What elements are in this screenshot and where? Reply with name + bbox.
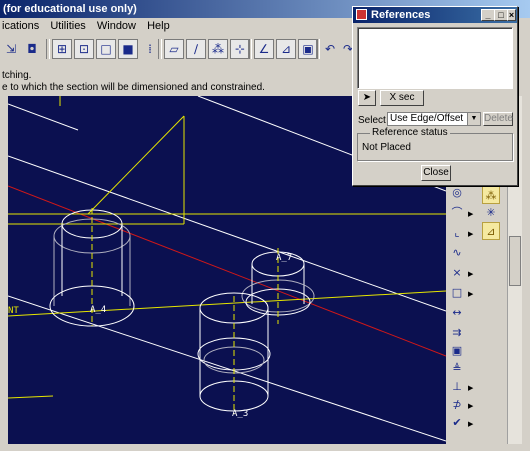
toolbar-separator [158, 39, 162, 59]
close-window-button[interactable]: × [507, 9, 516, 21]
toolbar-separator [46, 39, 50, 59]
pick-reference-button[interactable]: ➤ [358, 90, 376, 106]
toolbar-separator [248, 39, 252, 59]
shaded-icon[interactable]: ■ [118, 39, 138, 59]
datum-axis-icon[interactable]: ∕ [186, 39, 206, 59]
filter-icon[interactable]: ⇲ [1, 39, 21, 59]
xsec-button[interactable]: X sec [380, 90, 424, 106]
mirror-icon[interactable]: ⊅ [448, 396, 466, 414]
flyout-arrow-icon[interactable]: ▶ [468, 230, 473, 238]
done-icon[interactable]: ✔ [448, 414, 466, 432]
rectangle-icon[interactable]: □ [448, 284, 466, 302]
arc-icon[interactable]: ⌒ [448, 204, 466, 222]
flyout-arrow-icon[interactable]: ▶ [468, 402, 473, 410]
flyout-arrow-icon[interactable]: ▶ [468, 270, 473, 278]
arrow-cursor-icon: ➤ [362, 92, 372, 103]
references-app-icon [356, 9, 367, 20]
dropdown-arrow-icon[interactable]: ▼ [467, 113, 480, 125]
sketch-icon[interactable]: ∠ [254, 39, 274, 59]
flyout-arrow-icon[interactable]: ▶ [468, 210, 473, 218]
delete-button[interactable]: Delete [483, 112, 513, 126]
sketch-constraint-icon[interactable]: ⊿ [276, 39, 296, 59]
minimize-button[interactable]: _ [481, 9, 495, 21]
datum-plane-edge [8, 395, 54, 399]
constraint-icon[interactable]: ▣ [448, 342, 466, 360]
message-line-1: tching. [2, 70, 32, 81]
model-edge [8, 103, 79, 131]
select-dropdown[interactable]: Use Edge/Offset ▼ [387, 112, 481, 126]
point-icon[interactable]: × [448, 264, 466, 282]
text-icon[interactable]: ≜ [448, 360, 466, 378]
model-edge [8, 295, 446, 442]
scroll-thumb[interactable] [509, 236, 521, 286]
ruler-icon[interactable]: ⊿ [482, 222, 500, 240]
menu-utilities[interactable]: Utilities [50, 20, 85, 32]
menu-window[interactable]: Window [97, 20, 136, 32]
datum-plane-icon[interactable]: ▱ [164, 39, 184, 59]
axis-label-a7: A_7 [276, 253, 292, 263]
undo-icon[interactable]: ↶ [320, 39, 340, 59]
fillet-icon[interactable]: ⌞ [448, 224, 466, 242]
cross-icon[interactable]: ✳ [482, 204, 500, 222]
dialog-title: References [371, 9, 431, 21]
no-hidden-icon[interactable]: □ [96, 39, 116, 59]
datum-plane-edge [8, 290, 446, 317]
wireframe-icon[interactable]: ⊞ [52, 39, 72, 59]
message-line-2: e to which the section will be dimension… [2, 82, 265, 93]
flyout-arrow-icon[interactable]: ▶ [468, 290, 473, 298]
reference-status-label: Reference status [370, 127, 450, 138]
datum-point-icon[interactable]: ⁂ [208, 39, 228, 59]
axis-label-a3: A_3 [232, 409, 248, 419]
axis-label-a4: A_4 [90, 305, 106, 315]
references-dialog: References _ □ × ➤ X sec Select Use Edge… [352, 6, 518, 186]
modify-dimension-icon[interactable]: ⇉ [448, 324, 466, 342]
display-icon[interactable]: ◘ [22, 39, 42, 59]
hidden-line-icon[interactable]: ⊡ [74, 39, 94, 59]
modify-icon[interactable]: ▣ [298, 39, 318, 59]
flyout-arrow-icon[interactable]: ▶ [468, 420, 473, 428]
coordinate-system-icon[interactable]: ⊹ [230, 39, 250, 59]
reference-line [8, 185, 446, 357]
dialog-titlebar: References _ □ × [353, 7, 517, 23]
circle-icon[interactable]: ◎ [448, 184, 466, 202]
close-button[interactable]: Close [421, 165, 451, 181]
menu-applications[interactable]: ications [2, 20, 39, 32]
select-label: Select [358, 115, 386, 126]
datum-label: NT [8, 306, 19, 316]
flyout-arrow-icon[interactable]: ▶ [468, 384, 473, 392]
intent-point-icon[interactable]: ⁂ [482, 186, 500, 204]
reference-status-value: Not Placed [362, 142, 411, 153]
xsec-label: X sec [389, 92, 415, 103]
spline-icon[interactable]: ∿ [448, 244, 466, 262]
status-strip [0, 444, 530, 451]
datum-plane-edge [87, 115, 185, 215]
maximize-button[interactable]: □ [494, 9, 508, 21]
model-tree-icon[interactable]: ⁞ [140, 39, 160, 59]
references-list[interactable] [357, 27, 513, 89]
dimension-icon[interactable]: ↔ [448, 304, 466, 322]
trim-icon[interactable]: ⊥ [448, 378, 466, 396]
reference-status-group: Reference status Not Placed [357, 127, 513, 161]
menu-help[interactable]: Help [147, 20, 170, 32]
select-value: Use Edge/Offset [390, 113, 464, 124]
